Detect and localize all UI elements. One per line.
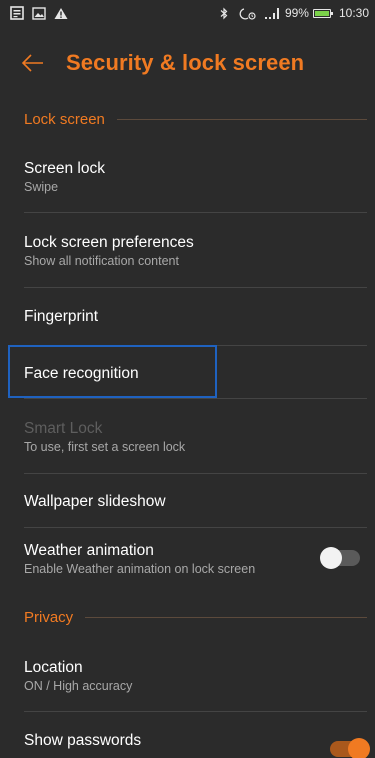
item-title: Smart Lock (24, 420, 103, 437)
divider (24, 398, 367, 399)
section-divider (85, 617, 367, 618)
divider (24, 527, 367, 528)
settings-item-lock-screen-preferences[interactable]: Lock screen preferences Show all notific… (24, 233, 367, 269)
show-passwords-toggle[interactable] (330, 738, 370, 758)
status-bar-left (10, 6, 68, 20)
status-bar-right: 99% 10:30 (219, 6, 369, 20)
item-title: Fingerprint (24, 308, 99, 325)
signal-icon (264, 7, 281, 19)
weather-animation-toggle[interactable] (320, 547, 360, 569)
settings-item-smart-lock: Smart Lock To use, first set a screen lo… (24, 419, 367, 455)
section-title: Privacy (24, 609, 74, 626)
item-title: Screen lock (24, 160, 105, 177)
divider (24, 711, 367, 712)
settings-item-wallpaper-slideshow[interactable]: Wallpaper slideshow (24, 492, 367, 512)
settings-item-weather-animation[interactable]: Weather animation Enable Weather animati… (24, 541, 367, 577)
bluetooth-icon (219, 7, 229, 20)
toggle-knob (320, 547, 342, 569)
alarm-icon (239, 7, 261, 20)
page-title: Security & lock screen (66, 50, 305, 75)
clock: 10:30 (338, 6, 369, 20)
app-bar: Security & lock screen (0, 36, 375, 90)
item-title: Location (24, 659, 83, 676)
settings-item-location[interactable]: Location ON / High accuracy (24, 658, 367, 694)
item-title: Weather animation (24, 542, 154, 559)
settings-item-show-passwords[interactable]: Show passwords (24, 731, 367, 751)
toggle-knob (348, 738, 370, 758)
item-title: Wallpaper slideshow (24, 493, 166, 510)
item-subtitle: Enable Weather animation on lock screen (24, 562, 256, 576)
status-bar: 99% 10:30 (0, 0, 375, 26)
divider (24, 473, 367, 474)
settings-screen: 99% 10:30 Security & lock screen Lock sc… (0, 0, 375, 758)
settings-item-face-recognition[interactable]: Face recognition (24, 364, 367, 384)
notes-icon (10, 6, 24, 20)
section-title: Lock screen (24, 111, 105, 128)
item-subtitle: To use, first set a screen lock (24, 440, 186, 454)
back-arrow-icon[interactable] (20, 50, 46, 76)
item-subtitle: Swipe (24, 180, 59, 194)
item-title: Lock screen preferences (24, 234, 194, 251)
item-title: Show passwords (24, 732, 142, 749)
item-title: Face recognition (24, 365, 139, 382)
image-icon (32, 6, 46, 20)
battery-icon (312, 8, 333, 18)
settings-item-fingerprint[interactable]: Fingerprint (24, 307, 367, 327)
battery-percent: 99% (284, 6, 309, 20)
item-subtitle: Show all notification content (24, 254, 179, 268)
section-header-lock-screen: Lock screen (24, 111, 367, 128)
item-subtitle: ON / High accuracy (24, 679, 133, 693)
warning-icon (54, 7, 68, 20)
settings-item-screen-lock[interactable]: Screen lock Swipe (24, 159, 367, 195)
divider (24, 212, 367, 213)
section-divider (116, 119, 367, 120)
section-header-privacy: Privacy (24, 609, 367, 626)
divider (24, 287, 367, 288)
